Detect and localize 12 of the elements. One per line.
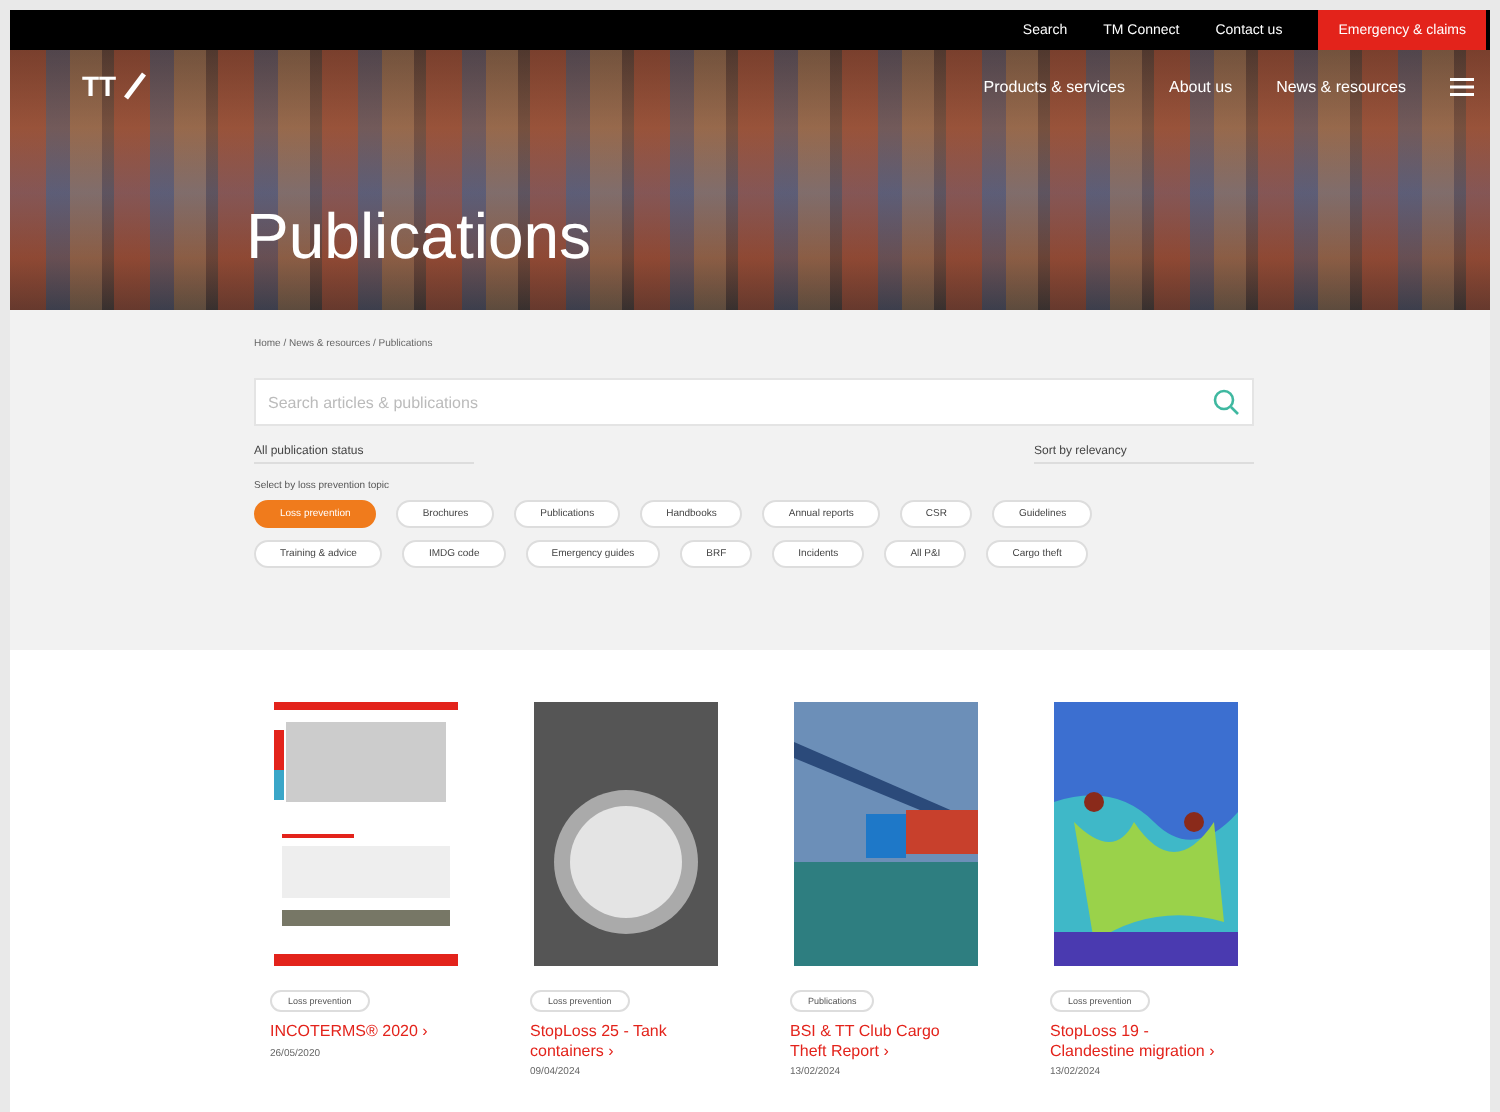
nav-link[interactable]: Products & services	[983, 77, 1125, 95]
logo[interactable]: TT	[82, 70, 117, 102]
slash-logo-icon	[122, 72, 147, 100]
page-title: Publications	[246, 200, 592, 274]
nav-link[interactable]: News & resources	[1276, 77, 1406, 95]
nav-link[interactable]: About us	[1169, 77, 1233, 95]
publication-title-link[interactable]: StopLoss 25 - Tank containers ›	[530, 1022, 714, 1061]
publication-title-link[interactable]: INCOTERMS® 2020 ›	[270, 1022, 454, 1042]
search-field[interactable]: Search articles & publications	[254, 378, 1254, 426]
publication-title-link[interactable]: StopLoss 19 - Clandestine migration ›	[1050, 1022, 1234, 1061]
menu-icon[interactable]	[1450, 77, 1474, 95]
publication-title-link[interactable]: BSI & TT Club Cargo Theft Report ›	[790, 1022, 974, 1061]
